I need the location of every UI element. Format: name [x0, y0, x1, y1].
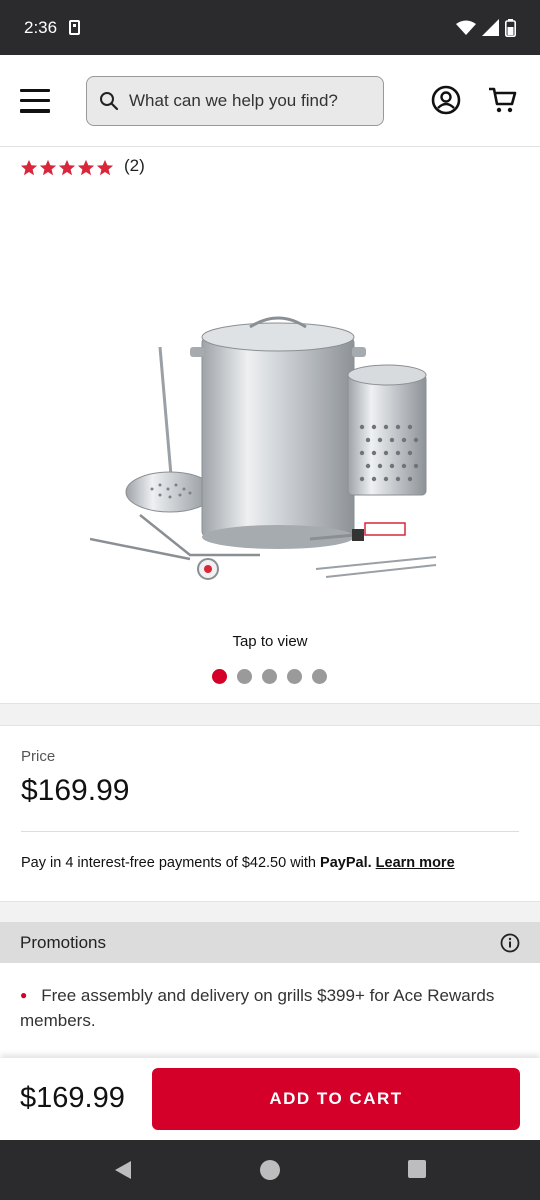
header: What can we help you find?	[0, 55, 540, 147]
tap-to-view-hint: Tap to view	[232, 633, 308, 650]
promotions-header: Promotions	[0, 922, 540, 963]
sticky-price: $169.99	[20, 1082, 125, 1114]
promotion-item: ● Free assembly and delivery on grills $3…	[20, 983, 520, 1033]
gallery-dot[interactable]	[237, 669, 252, 684]
signal-icon	[482, 19, 499, 36]
product-gallery: (2) Tap to view	[0, 147, 540, 704]
search-icon	[100, 91, 119, 110]
wifi-icon	[456, 20, 476, 35]
product-image[interactable]	[90, 307, 450, 597]
gallery-dot[interactable]	[287, 669, 302, 684]
recents-icon[interactable]	[407, 1160, 427, 1180]
divider	[21, 831, 519, 832]
search-placeholder: What can we help you find?	[129, 90, 338, 110]
product-rating[interactable]: (2)	[20, 156, 145, 177]
sticky-buy-bar: $169.99 ADD TO CART	[0, 1058, 540, 1140]
search-input[interactable]: What can we help you find?	[86, 75, 384, 126]
info-icon[interactable]	[500, 933, 520, 953]
home-icon[interactable]	[259, 1160, 281, 1182]
price-label: Price	[21, 748, 56, 765]
status-icons	[456, 18, 516, 37]
paypal-brand: PayPal.	[320, 855, 372, 871]
gallery-dot[interactable]	[262, 669, 277, 684]
bullet-icon: ●	[20, 988, 28, 1002]
gallery-pagination	[212, 669, 327, 684]
account-icon[interactable]	[431, 85, 461, 115]
menu-icon[interactable]	[20, 88, 50, 113]
star-rating	[20, 159, 114, 177]
gallery-dot[interactable]	[212, 669, 227, 684]
product-price: $169.99	[21, 774, 130, 807]
paypal-financing: Pay in 4 interest-free payments of $42.5…	[21, 855, 455, 871]
star-icon	[96, 159, 114, 176]
battery-icon	[505, 18, 516, 37]
star-icon	[20, 159, 38, 176]
system-nav-bar	[0, 1140, 540, 1200]
cart-icon[interactable]	[487, 85, 517, 115]
notification-icon	[69, 20, 81, 35]
gallery-dot[interactable]	[312, 669, 327, 684]
price-card: Price $169.99 Pay in 4 interest-free pay…	[0, 725, 540, 902]
promotions-list: ● Free assembly and delivery on grills $3…	[0, 963, 540, 1058]
back-icon[interactable]	[113, 1160, 133, 1180]
learn-more-link[interactable]: Learn more	[376, 855, 455, 871]
promotion-text: Free assembly and delivery on grills $39…	[20, 986, 495, 1030]
star-icon	[39, 159, 57, 176]
status-bar: 2:36	[0, 0, 540, 55]
star-icon	[58, 159, 76, 176]
rating-count: (2)	[124, 156, 145, 175]
promotions-title: Promotions	[20, 932, 106, 952]
status-time: 2:36	[24, 17, 58, 37]
add-to-cart-button[interactable]: ADD TO CART	[152, 1068, 520, 1130]
paypal-text: Pay in 4 interest-free payments of $42.5…	[21, 855, 321, 871]
star-icon	[77, 159, 95, 176]
